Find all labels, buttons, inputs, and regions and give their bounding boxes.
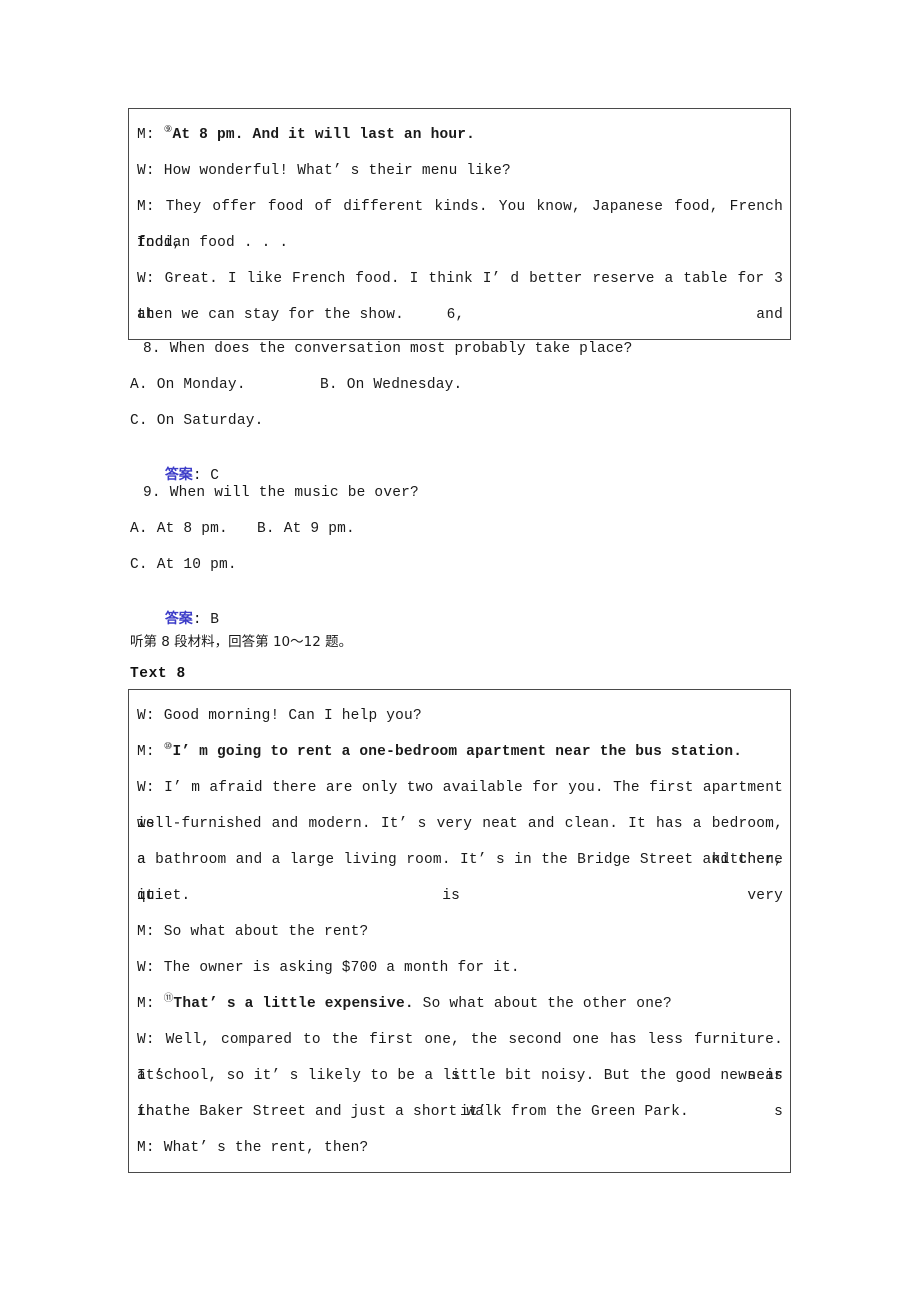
speaker-label: M: (137, 744, 164, 760)
speaker-label: M: (137, 924, 164, 940)
text-8-heading: Text 8 (130, 666, 186, 682)
question-8-option-a[interactable]: A. On Monday. (130, 376, 246, 394)
transcript-line: a bathroom and a large living room. It’ … (134, 842, 785, 904)
key-sentence: At 8 pm. And it will last an hour. (172, 127, 476, 143)
transcript-text: So what about the other one? (413, 996, 672, 1012)
transcript-line: in the Baker Street and just a short wal… (134, 1094, 785, 1130)
speaker-label: W: (137, 960, 164, 976)
speaker-label: W: (137, 271, 165, 287)
transcript-text: What’ s the rent, then? (163, 1140, 369, 1156)
question-9-option-c[interactable]: C. At 10 pm. (130, 556, 237, 574)
transcript-box-text-7: M: ⑨At 8 pm. And it will last an hour. W… (128, 108, 791, 340)
transcript-line: M: What’ s the rent, then? (134, 1130, 785, 1166)
transcript-text: in the Baker Street and just a short wal… (137, 1104, 689, 1120)
key-sentence: That’ s a little expensive. (173, 996, 414, 1012)
answer-label: 答案 (164, 611, 193, 627)
transcript-text: a bathroom and a large living room. It’ … (137, 852, 783, 904)
question-8-stem: 8. When does the conversation most proba… (143, 341, 633, 357)
transcript-line: W: Well, compared to the first one, the … (134, 1022, 785, 1084)
transcript-line: a school, so it’ s likely to be a little… (134, 1058, 785, 1120)
question-9-option-a[interactable]: A. At 8 pm. (130, 520, 228, 538)
speaker-label: M: (137, 1140, 164, 1156)
speaker-label: M: (137, 127, 164, 143)
transcript-line: M: ⑪That’ s a little expensive. So what … (134, 986, 785, 1022)
question-9-stem: 9. When will the music be over? (143, 485, 419, 501)
transcript-text: How wonderful! What’ s their menu like? (163, 163, 511, 179)
answer-value: B (210, 612, 219, 628)
question-marker-icon: ⑪ (163, 993, 174, 1005)
key-sentence: I’ m going to rent a one-bedroom apartme… (172, 744, 743, 760)
answer-separator: : (192, 612, 211, 628)
answer-separator: : (192, 468, 211, 484)
transcript-text: The owner is asking $700 a month for it. (163, 960, 520, 976)
transcript-text: So what about the rent? (163, 924, 369, 940)
transcript-box-text-8: W: Good morning! Can I help you? M: ⑩I’ … (128, 689, 791, 1173)
transcript-line: W: Good morning! Can I help you? (134, 698, 785, 734)
speaker-label: W: (137, 780, 165, 796)
transcript-line: M: So what about the rent? (134, 914, 785, 950)
document-page: M: ⑨At 8 pm. And it will last an hour. W… (0, 0, 920, 1302)
transcript-line: well-furnished and modern. It’ s very ne… (134, 806, 785, 868)
speaker-label: M: (137, 199, 166, 215)
speaker-label: W: (137, 163, 164, 179)
transcript-line: W: How wonderful! What’ s their menu lik… (134, 153, 785, 189)
speaker-label: W: (137, 1032, 166, 1048)
transcript-line: M: They offer food of different kinds. Y… (134, 189, 785, 251)
listening-directive: 听第 8 段材料，回答第 10～12 题。 (130, 634, 353, 650)
transcript-line: W: I’ m afraid there are only two availa… (134, 770, 785, 832)
question-8-option-c[interactable]: C. On Saturday. (130, 412, 264, 430)
transcript-line: Indian food . . . (134, 225, 785, 261)
transcript-text: then we can stay for the show. (137, 307, 405, 323)
speaker-label: M: (137, 996, 164, 1012)
transcript-text: Good morning! Can I help you? (163, 708, 422, 724)
transcript-text: quiet. (137, 888, 191, 904)
transcript-text: Indian food . . . (137, 235, 289, 251)
transcript-line: M: ⑨At 8 pm. And it will last an hour. (134, 117, 785, 153)
answer-label: 答案 (164, 467, 193, 483)
speaker-label: W: (137, 708, 164, 724)
transcript-line: W: Great. I like French food. I think I’… (134, 261, 785, 323)
question-9-option-b[interactable]: B. At 9 pm. (257, 520, 355, 538)
transcript-line: M: ⑩I’ m going to rent a one-bedroom apa… (134, 734, 785, 770)
transcript-line: W: The owner is asking $700 a month for … (134, 950, 785, 986)
question-8-option-b[interactable]: B. On Wednesday. (320, 376, 462, 394)
answer-value: C (210, 468, 219, 484)
